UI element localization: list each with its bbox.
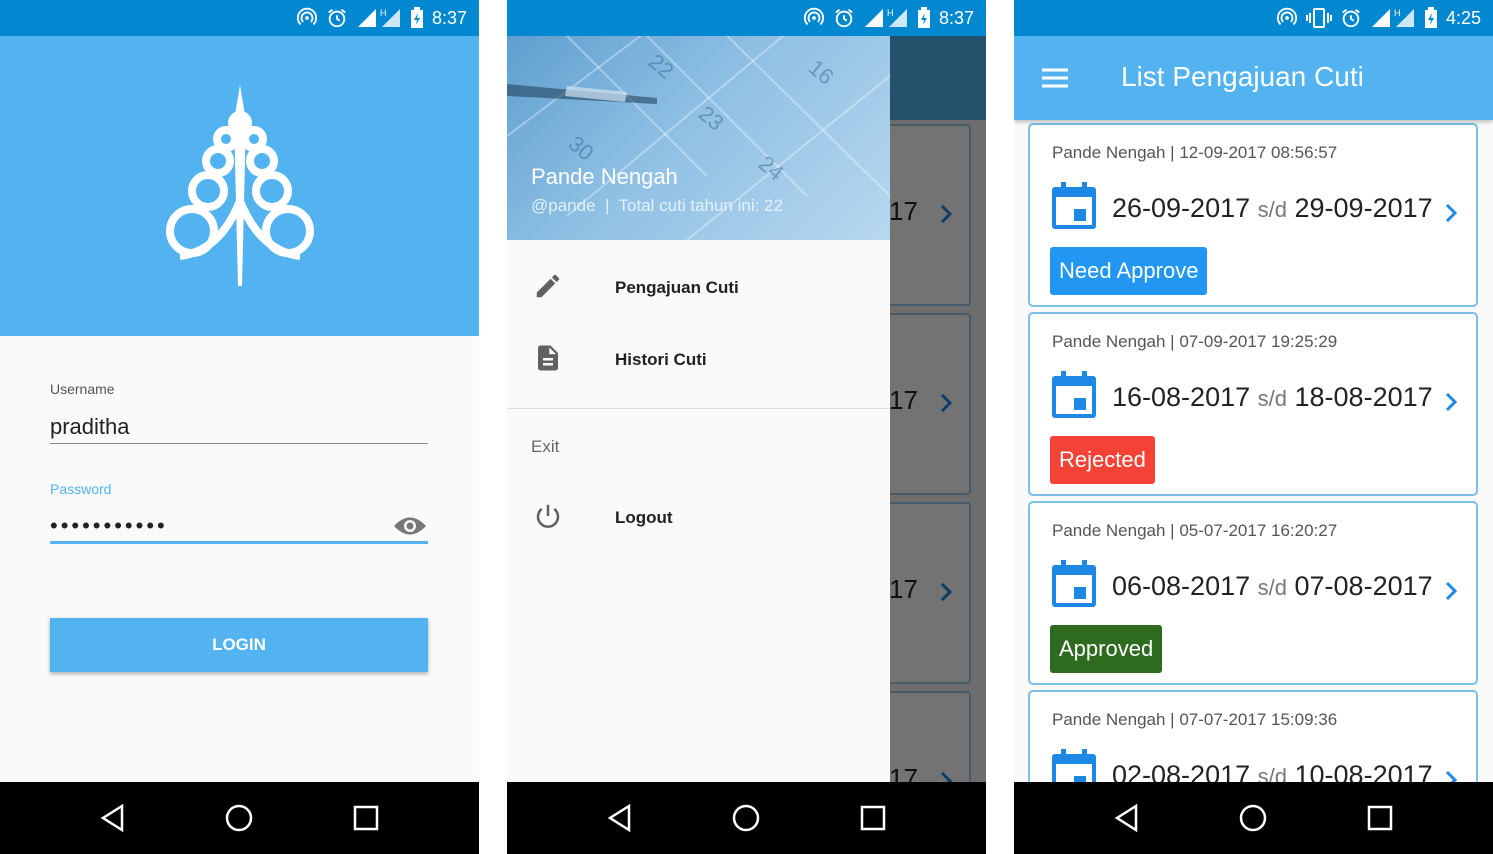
drawer-item-label: Histori Cuti [615,350,707,369]
tree-logo-icon [165,85,314,286]
calendar-icon [1052,749,1096,782]
list-screen: H 4:25 List Pengajuan Cuti Pande Nengah … [1014,0,1493,854]
chevron-right-icon [1445,203,1458,223]
card-meta: Pande Nengah | 07-09-2017 19:25:29 [1052,332,1338,351]
battery-icon [1424,7,1437,28]
svg-text:H: H [380,8,387,18]
eye-icon[interactable] [392,513,428,539]
drawer-item-label: Logout [615,508,673,527]
leave-card[interactable]: Pande Nengah | 05-07-2017 16:20:27 06-08… [1028,501,1478,685]
chevron-right-icon [1445,581,1458,601]
alarm-icon [835,9,853,28]
document-icon [538,345,558,370]
password-input[interactable] [50,504,428,544]
back-icon[interactable] [1112,803,1142,833]
drawer-user-subtitle: @pande | Total cuti tahun ini: 22 [531,196,783,215]
status-badge: Rejected [1050,436,1155,484]
status-time: 4:25 [1445,7,1481,28]
drawer-section-exit: Exit [531,437,560,456]
card-date-range: 06-08-2017 s/d 07-08-2017 [1112,571,1433,601]
chevron-right-icon [1445,392,1458,412]
svg-text:22: 22 [644,49,679,84]
signal-icon: H [1371,8,1414,27]
leave-card[interactable]: Pande Nengah | 07-09-2017 19:25:29 16-08… [1028,312,1478,496]
svg-text:16: 16 [804,55,839,90]
recents-icon[interactable] [858,803,888,833]
card-meta: Pande Nengah | 12-09-2017 08:56:57 [1052,143,1338,162]
pencil-icon [536,274,560,297]
home-icon[interactable] [1238,803,1268,833]
recents-icon[interactable] [1365,803,1395,833]
password-label: Password [50,481,112,497]
navigation-drawer: 22 23 16 24 30 Pande Nengah @pande | Tot… [507,0,890,782]
status-bar: H 8:37 [0,0,479,36]
app-bar: List Pengajuan Cuti [1014,36,1493,120]
drawer-item-pengajuan-cuti[interactable]: Pengajuan Cuti [507,256,890,320]
svg-text:H: H [1394,8,1401,18]
status-bar: H 4:25 [1014,0,1493,36]
nav-bar [507,782,986,854]
drawer-item-label: Pengajuan Cuti [615,278,739,297]
status-time: 8:37 [938,7,974,28]
hotspot-icon [803,7,825,26]
recents-icon[interactable] [351,803,381,833]
status-bar: H 8:37 [507,0,986,36]
hotspot-icon [1276,7,1298,26]
card-date-range: 26-09-2017 s/d 29-09-2017 [1112,193,1433,223]
home-icon[interactable] [731,803,761,833]
svg-text:24: 24 [754,151,789,186]
status-badge: Need Approve [1050,247,1208,295]
power-icon [536,504,560,528]
alarm-icon [1342,9,1360,28]
status-badge: Approved [1050,625,1163,673]
calendar-icon [1052,560,1096,607]
calendar-icon [1052,182,1096,229]
card-date-range: 16-08-2017 s/d 18-08-2017 [1112,382,1433,412]
login-header [0,36,479,336]
login-button[interactable]: LOGIN [50,618,428,672]
svg-text:30: 30 [564,131,599,166]
signal-icon: H [864,8,907,27]
battery-icon [917,7,930,28]
card-meta: Pande Nengah | 07-07-2017 15:09:36 [1052,710,1338,729]
drawer-user-name: Pande Nengah [531,164,678,189]
drawer-item-logout[interactable]: Logout [507,486,890,550]
hotspot-icon [296,7,318,26]
drawer-screen: H 8:37 17 17 17 17 22 23 16 24 30 [507,0,986,854]
nav-bar [1014,782,1493,854]
calendar-icon [1052,371,1096,418]
back-icon[interactable] [98,803,128,833]
drawer-divider [507,408,890,409]
login-screen: H 8:37 Username Password LOGIN [0,0,479,854]
card-date-range: 02-08-2017 s/d 10-08-2017 [1112,760,1433,782]
username-input[interactable] [50,404,428,444]
leave-list: Pande Nengah | 12-09-2017 08:56:57 26-09… [1014,120,1493,782]
drawer-item-histori-cuti[interactable]: Histori Cuti [507,328,890,392]
chevron-right-icon [1445,770,1458,782]
username-label: Username [50,381,115,397]
card-meta: Pande Nengah | 05-07-2017 16:20:27 [1052,521,1338,540]
alarm-icon [328,9,346,28]
svg-text:H: H [887,8,894,18]
page-title: List Pengajuan Cuti [1121,61,1364,92]
signal-icon: H [357,8,400,27]
status-time: 8:37 [431,7,467,28]
home-icon[interactable] [224,803,254,833]
menu-icon[interactable] [1040,66,1070,90]
vibrate-icon [1305,8,1332,28]
drawer-header: 22 23 16 24 30 Pande Nengah @pande | Tot… [507,36,890,240]
leave-card[interactable]: Pande Nengah | 07-07-2017 15:09:36 02-08… [1028,690,1478,782]
battery-icon [410,7,423,28]
back-icon[interactable] [605,803,635,833]
leave-card[interactable]: Pande Nengah | 12-09-2017 08:56:57 26-09… [1028,123,1478,307]
nav-bar [0,782,479,854]
